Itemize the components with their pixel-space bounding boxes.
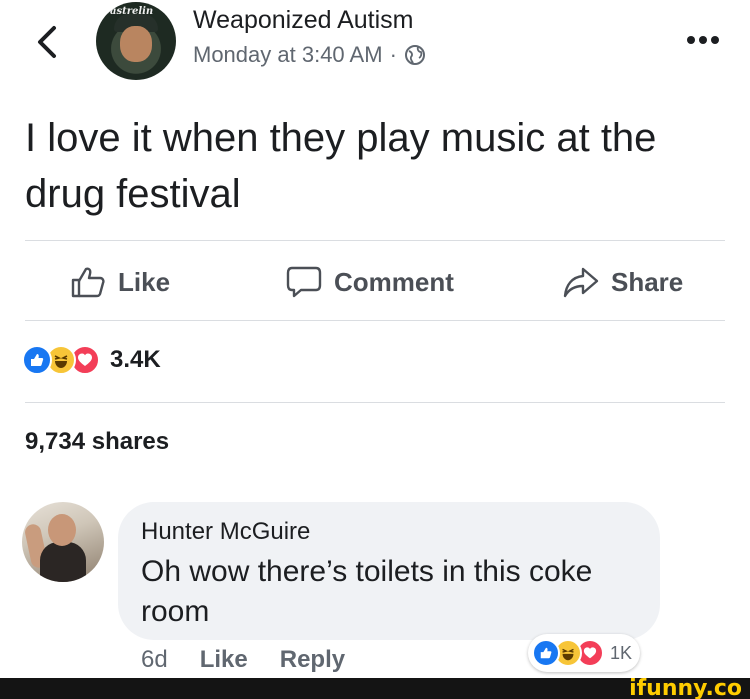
globe-icon <box>404 45 425 65</box>
share-arrow-icon <box>563 267 599 298</box>
comment-like-button[interactable]: Like <box>200 646 248 674</box>
post-header: Castrelin Weaponized Autism Monday at 3:… <box>0 0 750 90</box>
comment-footer: 6d Like Reply <box>141 646 345 674</box>
post-meta: Monday at 3:40 AM · <box>193 42 426 68</box>
comment-reaction-count: 1K <box>610 642 633 663</box>
reactions-summary[interactable]: 3.4K <box>22 342 161 378</box>
post-timestamp[interactable]: Monday at 3:40 AM <box>193 42 383 68</box>
commenter-avatar[interactable] <box>22 502 104 582</box>
avatar-logo-text: Castrelin <box>102 6 154 17</box>
meta-separator: · <box>389 42 397 67</box>
avatar-body <box>40 542 86 582</box>
back-chevron-icon[interactable] <box>30 22 64 62</box>
like-reaction-icon <box>532 639 560 667</box>
comment-time[interactable]: 6d <box>141 646 168 674</box>
comment-button[interactable]: Comment <box>286 244 454 320</box>
avatar-face <box>120 26 152 62</box>
post-author-name[interactable]: Weaponized Autism <box>193 6 414 35</box>
divider-actions <box>25 320 725 321</box>
comment-author-name[interactable]: Hunter McGuire <box>141 518 310 546</box>
author-avatar[interactable]: Castrelin <box>96 2 176 80</box>
share-button[interactable]: Share <box>563 244 683 320</box>
thumbs-up-icon <box>71 267 105 298</box>
more-options-icon[interactable] <box>683 28 723 52</box>
comment-reply-button[interactable]: Reply <box>280 646 345 674</box>
watermark-logo: ifunny.co <box>629 676 742 699</box>
comment-text: Oh wow there’s toilets in this coke room <box>141 555 593 628</box>
comment-label: Comment <box>334 266 454 297</box>
divider-top <box>25 240 725 241</box>
action-bar: Like Comment Share <box>0 244 750 320</box>
post-text: I love it when they play music at the dr… <box>25 116 657 216</box>
shares-count[interactable]: 9,734 shares <box>25 428 169 456</box>
like-reaction-icon <box>22 345 52 375</box>
comment-bubble-icon <box>286 266 322 298</box>
comment-reactions[interactable]: 1K <box>528 634 641 672</box>
reaction-count: 3.4K <box>110 346 161 373</box>
avatar-head <box>48 514 76 546</box>
divider-reactions <box>25 402 725 403</box>
like-label: Like <box>118 266 171 297</box>
share-label: Share <box>611 266 684 297</box>
like-button[interactable]: Like <box>70 244 170 320</box>
